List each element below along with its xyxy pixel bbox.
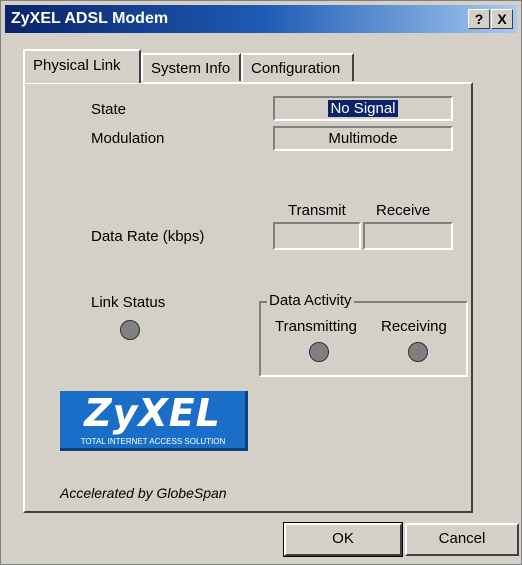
receiving-led-icon bbox=[408, 342, 428, 362]
tab-physical-link[interactable]: Physical Link bbox=[23, 49, 141, 83]
accelerated-by-text: Accelerated by GlobeSpan bbox=[60, 485, 227, 501]
modulation-label: Modulation bbox=[91, 130, 165, 147]
data-activity-group: Data Activity Transmitting Receiving bbox=[259, 292, 468, 377]
link-status-led-icon bbox=[120, 320, 140, 340]
transmit-rate-field bbox=[273, 222, 361, 250]
state-field: No Signal bbox=[273, 96, 453, 121]
logo-wordmark: ZyXEL bbox=[84, 391, 221, 435]
cancel-button[interactable]: Cancel bbox=[405, 523, 519, 556]
transmitting-led-icon bbox=[309, 342, 329, 362]
state-label: State bbox=[91, 101, 127, 118]
title-bar[interactable]: ZyXEL ADSL Modem ? X bbox=[5, 5, 517, 33]
data-rate-label: Data Rate (kbps) bbox=[91, 228, 205, 245]
receive-rate-field bbox=[363, 222, 453, 250]
transmit-header: Transmit bbox=[288, 202, 346, 219]
link-status-label: Link Status bbox=[91, 294, 166, 311]
window-title: ZyXEL ADSL Modem bbox=[11, 10, 169, 27]
ok-button[interactable]: OK bbox=[283, 522, 403, 557]
receiving-label: Receiving bbox=[381, 318, 447, 335]
tab-configuration[interactable]: Configuration bbox=[241, 53, 354, 81]
zyxel-logo: ZyXEL TOTAL INTERNET ACCESS SOLUTION bbox=[60, 391, 248, 451]
data-activity-label: Data Activity bbox=[267, 292, 354, 309]
receive-header: Receive bbox=[376, 202, 431, 219]
dialog-window: ZyXEL ADSL Modem ? X Physical Link Syste… bbox=[0, 0, 522, 565]
transmitting-label: Transmitting bbox=[275, 318, 357, 335]
logo-tagline: TOTAL INTERNET ACCESS SOLUTION bbox=[80, 437, 226, 446]
modulation-field: Multimode bbox=[273, 126, 453, 151]
help-button[interactable]: ? bbox=[468, 9, 490, 29]
close-button[interactable]: X bbox=[491, 9, 513, 29]
tab-system-info[interactable]: System Info bbox=[141, 53, 241, 81]
state-value: No Signal bbox=[328, 100, 398, 117]
